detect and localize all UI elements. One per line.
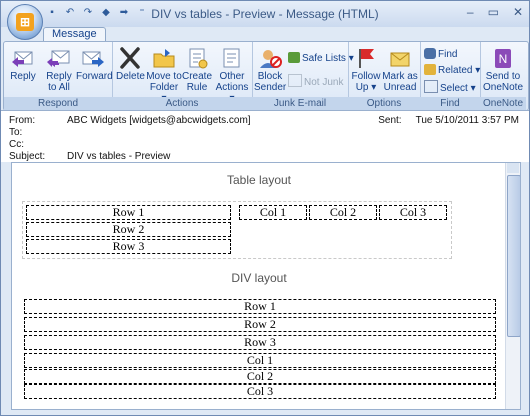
block-sender-button[interactable]: Block Sender	[254, 46, 286, 93]
sent-value: Tue 5/10/2011 3:57 PM	[415, 115, 519, 126]
follow-up-button[interactable]: Follow Up ▾	[350, 46, 382, 93]
table-row-1: Row 1	[26, 205, 231, 220]
outlook-message-window: ⊞ ▪ ↶ ↷ ◆ ➡ ⁼ DIV vs tables - Preview - …	[0, 0, 530, 416]
forward-button[interactable]: Forward	[76, 46, 113, 82]
div-row-3: Row 3	[24, 335, 496, 350]
reply-icon	[12, 51, 33, 67]
sent-label: Sent:	[378, 115, 402, 126]
message-headers: From: ABC Widgets [widgets@abcwidgets.co…	[1, 110, 529, 162]
message-body[interactable]: Table layout Row 1 Row 2 Row 3 Col 1 Col…	[11, 162, 521, 410]
group-junk-email: Block Sender Safe Lists ▾ Not Junk Junk E…	[252, 42, 354, 110]
group-label-respond: Respond	[4, 97, 112, 110]
table-layout-title: Table layout	[226, 173, 292, 187]
binoculars-icon	[424, 48, 436, 59]
related-button[interactable]: Related ▾	[424, 64, 480, 77]
sent-field: Sent: Tue 5/10/2011 3:57 PM	[378, 115, 519, 126]
delete-icon	[120, 47, 140, 69]
svg-text:N: N	[499, 52, 508, 66]
delete-button[interactable]: Delete	[116, 46, 145, 82]
div-row-2: Row 2	[24, 317, 496, 332]
from-label: From:	[9, 115, 36, 126]
forward-icon	[82, 51, 104, 67]
group-label-find: Find	[420, 97, 480, 110]
create-rule-icon	[189, 48, 208, 69]
mark-as-unread-button[interactable]: Mark as Unread	[382, 46, 418, 93]
minimize-button[interactable]: –	[467, 5, 474, 19]
subject-value: DIV vs tables - Preview	[67, 151, 171, 162]
follow-up-flag-icon	[359, 49, 374, 68]
tab-message[interactable]: Message	[43, 27, 106, 42]
group-respond: Reply Reply to All Forward Respond	[4, 42, 113, 110]
group-label-junk: Junk E-mail	[252, 97, 348, 110]
select-button[interactable]: Select ▾	[424, 80, 476, 95]
table-layout-frame: Row 1 Row 2 Row 3 Col 1 Col 2 Col 3	[22, 201, 452, 259]
related-icon	[424, 64, 436, 75]
create-rule-button[interactable]: Create Rule	[182, 46, 212, 93]
reply-all-button[interactable]: Reply to All	[42, 46, 76, 93]
mark-unread-icon	[390, 52, 410, 67]
subject-label: Subject:	[9, 151, 46, 162]
group-find: Find Related ▾ Select ▾ Find	[420, 42, 481, 110]
find-button[interactable]: Find	[424, 48, 457, 61]
select-icon	[424, 80, 438, 93]
move-to-folder-button[interactable]: Move toFolder ▾	[146, 46, 182, 104]
group-label-actions: Actions	[112, 97, 252, 110]
safe-lists-button[interactable]: Safe Lists ▾	[288, 52, 354, 65]
safe-lists-icon	[288, 52, 300, 63]
onenote-icon: N	[495, 49, 511, 68]
table-col-2: Col 2	[309, 205, 377, 220]
group-onenote: N Send to OneNote OneNote	[480, 42, 526, 110]
group-label-options: Options	[348, 97, 420, 110]
not-junk-button[interactable]: Not Junk	[288, 74, 343, 89]
vertical-scrollbar[interactable]	[505, 163, 520, 409]
table-row-2: Row 2	[26, 222, 231, 237]
reply-all-icon	[47, 50, 70, 67]
maximize-button[interactable]: ▭	[488, 5, 499, 19]
close-button[interactable]: ✕	[513, 5, 523, 19]
ribbon: Reply Reply to All Forward Respond Delete…	[3, 41, 529, 111]
office-button[interactable]: ⊞	[7, 4, 43, 40]
scroll-up-button[interactable]	[507, 163, 519, 173]
cc-label: Cc:	[9, 139, 24, 150]
to-label: To:	[9, 127, 23, 138]
div-row-1: Row 1	[24, 299, 496, 314]
reply-button[interactable]: Reply	[8, 46, 38, 82]
group-options: Follow Up ▾ Mark as Unread Options	[348, 42, 421, 110]
send-to-onenote-button[interactable]: N Send to OneNote	[482, 46, 524, 93]
other-actions-button[interactable]: OtherActions ▾	[214, 46, 250, 104]
block-sender-icon	[260, 50, 282, 68]
scrollbar-thumb[interactable]	[507, 175, 520, 337]
title-bar: ⊞ ▪ ↶ ↷ ◆ ➡ ⁼ DIV vs tables - Preview - …	[1, 1, 529, 40]
table-col-1: Col 1	[239, 205, 307, 220]
group-actions: Delete Move toFolder ▾ CreateRule OtherA…	[112, 42, 253, 110]
div-col-3: Col 3	[24, 384, 496, 399]
div-col-2: Col 2	[24, 369, 496, 384]
other-actions-icon	[223, 48, 240, 68]
div-col-1: Col 1	[24, 353, 496, 368]
table-col-3: Col 3	[379, 205, 447, 220]
group-label-onenote: OneNote	[480, 97, 526, 110]
table-row-3: Row 3	[26, 239, 231, 254]
office-logo-icon: ⊞	[16, 13, 34, 31]
move-to-folder-icon	[153, 49, 175, 68]
window-title: DIV vs tables - Preview - Message (HTML)	[151, 7, 379, 21]
div-layout-title: DIV layout	[231, 271, 287, 285]
not-junk-icon	[288, 74, 302, 87]
from-value[interactable]: ABC Widgets [widgets@abcwidgets.com]	[67, 115, 251, 126]
